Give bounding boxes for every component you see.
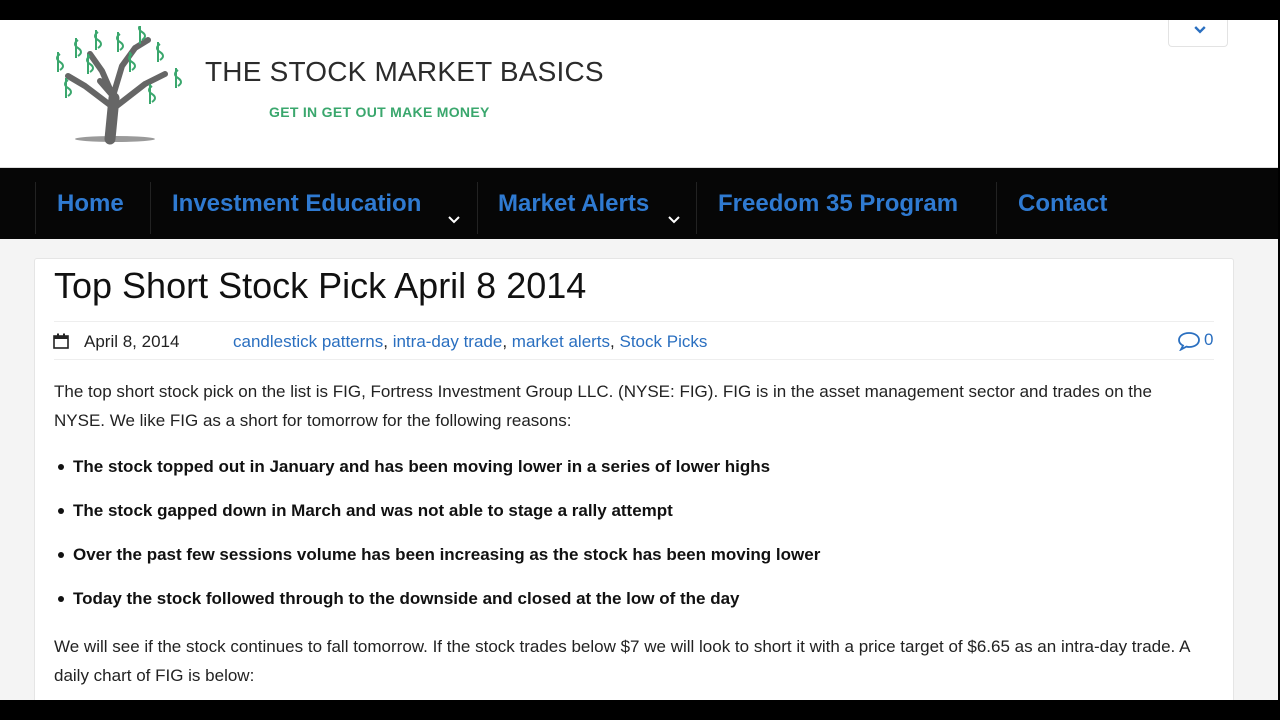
nav-item-market-alerts[interactable]: Market Alerts [498,168,649,239]
post-intro-paragraph: The top short stock pick on the list is … [54,382,1152,430]
list-item: The stock topped out in January and has … [54,456,1204,500]
meta-divider [54,359,1214,360]
post-categories: candlestick patterns, intra-day trade, m… [233,332,707,352]
nav-item-contact[interactable]: Contact [1018,168,1107,239]
site-tagline: GET IN GET OUT MAKE MONEY [269,104,490,120]
nav-item-freedom-35-program[interactable]: Freedom 35 Program [718,168,958,239]
comment-count: 0 [1204,330,1214,349]
category-link-candlestick-patterns[interactable]: candlestick patterns [233,332,383,351]
chevron-down-icon [1194,26,1206,34]
nav-divider [996,182,997,234]
post-title: Top Short Stock Pick April 8 2014 [54,265,587,306]
nav-divider [35,182,36,234]
nav-divider [477,182,478,234]
browser-page: THE STOCK MARKET BASICS GET IN GET OUT M… [0,20,1278,700]
category-link-stock-picks[interactable]: Stock Picks [619,332,707,351]
money-tree-logo-icon[interactable] [40,26,190,146]
post-date: April 8, 2014 [84,332,180,351]
list-item: The stock gapped down in March and was n… [54,500,1204,544]
post-outro-paragraph: We will see if the stock continues to fa… [54,637,1190,685]
list-item: Over the past few sessions volume has be… [54,544,1204,588]
category-link-intra-day-trade[interactable]: intra-day trade [393,332,503,351]
comment-bubble-icon [1178,331,1200,352]
category-link-market-alerts[interactable]: market alerts [512,332,610,351]
site-header: THE STOCK MARKET BASICS GET IN GET OUT M… [0,20,1278,168]
comments-link[interactable]: 0 [1177,330,1214,352]
calendar-icon [53,333,69,349]
site-title[interactable]: THE STOCK MARKET BASICS [205,56,604,88]
nav-item-investment-education[interactable]: Investment Education [172,168,421,239]
post-article: Top Short Stock Pick April 8 2014 April … [34,258,1234,700]
header-toggle-button[interactable] [1168,20,1228,47]
nav-item-home[interactable]: Home [57,168,124,239]
chevron-down-icon[interactable] [448,216,460,224]
main-navigation: Home Investment Education Market Alerts … [0,168,1278,239]
reasons-list: The stock topped out in January and has … [54,456,1204,632]
nav-divider [696,182,697,234]
meta-divider [54,321,1214,322]
chevron-down-icon[interactable] [668,216,680,224]
nav-divider [150,182,151,234]
category-separator: , [502,332,512,351]
category-separator: , [383,332,393,351]
list-item: Today the stock followed through to the … [54,588,1204,632]
